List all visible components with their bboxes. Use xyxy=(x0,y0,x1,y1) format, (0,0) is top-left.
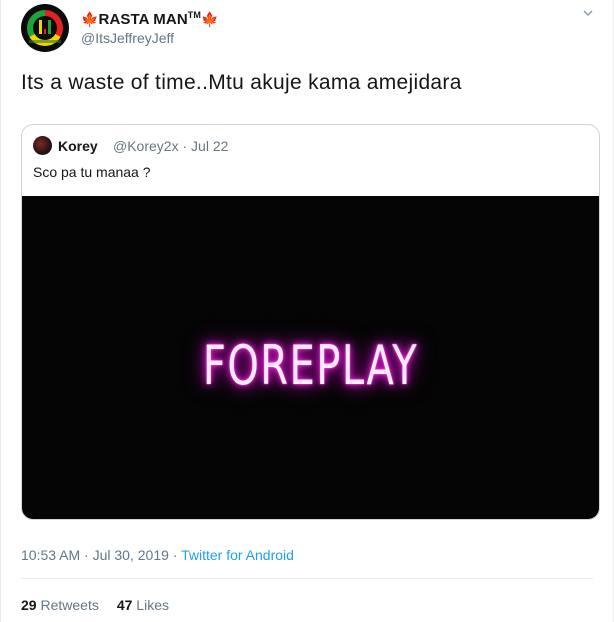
meta-dot: · xyxy=(168,547,182,563)
tweet-time[interactable]: 10:53 AM xyxy=(21,547,80,563)
maple-leaf-icon: 🍁 xyxy=(81,11,99,27)
quoted-date[interactable]: Jul 22 xyxy=(191,138,228,154)
logo-mark xyxy=(39,20,51,34)
tweet-date[interactable]: Jul 30, 2019 xyxy=(93,547,169,563)
likes-stat[interactable]: 47 Likes xyxy=(117,597,169,613)
tweet-timestamp: 10:53 AM · Jul 30, 2019 · Twitter for An… xyxy=(21,547,294,563)
retweets-label: Retweets xyxy=(40,597,99,613)
quoted-text: Sco pa tu manaa ? xyxy=(33,164,151,180)
quoted-author-name[interactable]: Korey xyxy=(58,138,98,154)
divider xyxy=(21,578,593,579)
likes-count: 47 xyxy=(116,597,133,613)
avatar[interactable] xyxy=(21,4,69,52)
quoted-tweet[interactable]: Korey @Korey2x · Jul 22 Sco pa tu manaa … xyxy=(21,124,600,520)
trademark-mark: TM xyxy=(187,10,201,20)
quoted-media[interactable]: FOREPLAY xyxy=(22,196,599,519)
chevron-down-icon[interactable] xyxy=(583,8,593,18)
retweets-count: 29 xyxy=(21,597,37,613)
author-name[interactable]: 🍁RASTA MANTM🍁 xyxy=(81,10,219,28)
tweet-stats: 29 Retweets 47 Likes xyxy=(21,597,169,613)
quoted-handle[interactable]: @Korey2x xyxy=(113,138,179,154)
likes-label: Likes xyxy=(136,597,169,613)
logo-strip xyxy=(29,40,61,43)
quoted-avatar[interactable] xyxy=(33,136,52,155)
quoted-separator: · xyxy=(178,138,192,154)
media-neon-text: FOREPLAY xyxy=(202,334,419,397)
meta-dot: · xyxy=(80,547,93,563)
tweet-source[interactable]: Twitter for Android xyxy=(181,547,294,563)
retweets-stat[interactable]: 29 Retweets xyxy=(21,597,99,613)
tweet-card: 🍁RASTA MANTM🍁 @ItsJeffreyJeff Its a wast… xyxy=(0,0,614,622)
maple-leaf-icon: 🍁 xyxy=(200,11,219,27)
author-handle[interactable]: @ItsJeffreyJeff xyxy=(81,30,174,46)
author-display-name: RASTA MAN xyxy=(98,11,188,28)
tweet-text: Its a waste of time..Mtu akuje kama amej… xyxy=(21,71,462,94)
quoted-meta: @Korey2x · Jul 22 xyxy=(113,138,228,154)
